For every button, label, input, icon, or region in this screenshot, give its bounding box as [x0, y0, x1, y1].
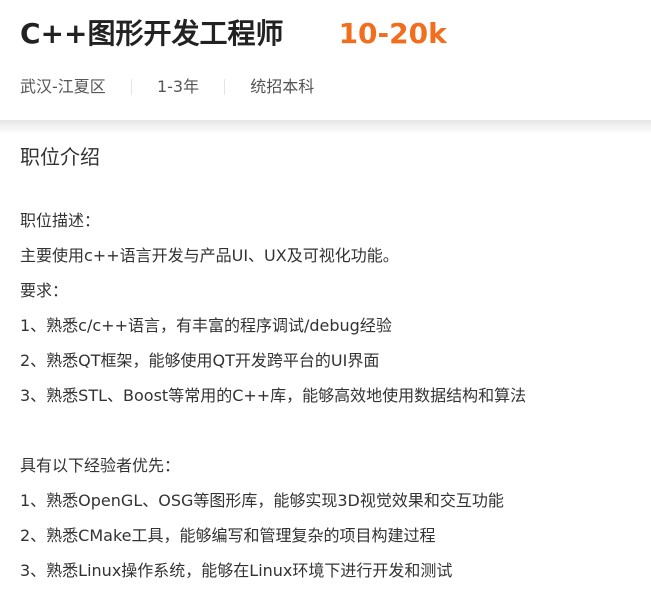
description-summary: 主要使用c++语言开发与产品UI、UX及可视化功能。	[20, 246, 399, 265]
meta-divider	[130, 78, 132, 95]
title-row: C++图形开发工程师 10-20k	[20, 14, 447, 54]
requirement-item: 3、熟悉STL、Boost等常用的C++库，能够高效地使用数据结构和算法	[20, 386, 527, 405]
salary: 10-20k	[338, 17, 447, 50]
preferred-heading: 具有以下经验者优先：	[20, 456, 181, 475]
meta-divider	[224, 78, 226, 95]
requirement-item: 2、熟悉QT框架，能够使用QT开发跨平台的UI界面	[20, 351, 380, 370]
job-header: C++图形开发工程师 10-20k 武汉-江夏区 1-3年 统招本科	[0, 0, 651, 120]
requirements-heading: 要求：	[20, 281, 69, 300]
job-education: 统招本科	[250, 76, 315, 96]
description-heading: 职位描述：	[20, 211, 101, 230]
section-title: 职位介绍	[20, 145, 100, 169]
job-title: C++图形开发工程师	[20, 17, 284, 50]
preferred-item: 1、熟悉OpenGL、OSG等图形库，能够实现3D视觉效果和交互功能	[20, 491, 504, 510]
section-divider	[0, 120, 651, 134]
preferred-item: 3、熟悉Linux操作系统，能够在Linux环境下进行开发和测试	[20, 561, 453, 580]
job-experience: 1-3年	[156, 76, 200, 96]
preferred-item: 2、熟悉CMake工具，能够编写和管理复杂的项目构建过程	[20, 526, 436, 545]
job-description: 职位描述： 主要使用c++语言开发与产品UI、UX及可视化功能。 要求： 1、熟…	[20, 206, 640, 591]
job-meta: 武汉-江夏区 1-3年 统招本科	[20, 74, 314, 98]
requirement-item: 1、熟悉c/c++语言，有丰富的程序调试/debug经验	[20, 316, 392, 335]
job-location: 武汉-江夏区	[20, 76, 106, 96]
